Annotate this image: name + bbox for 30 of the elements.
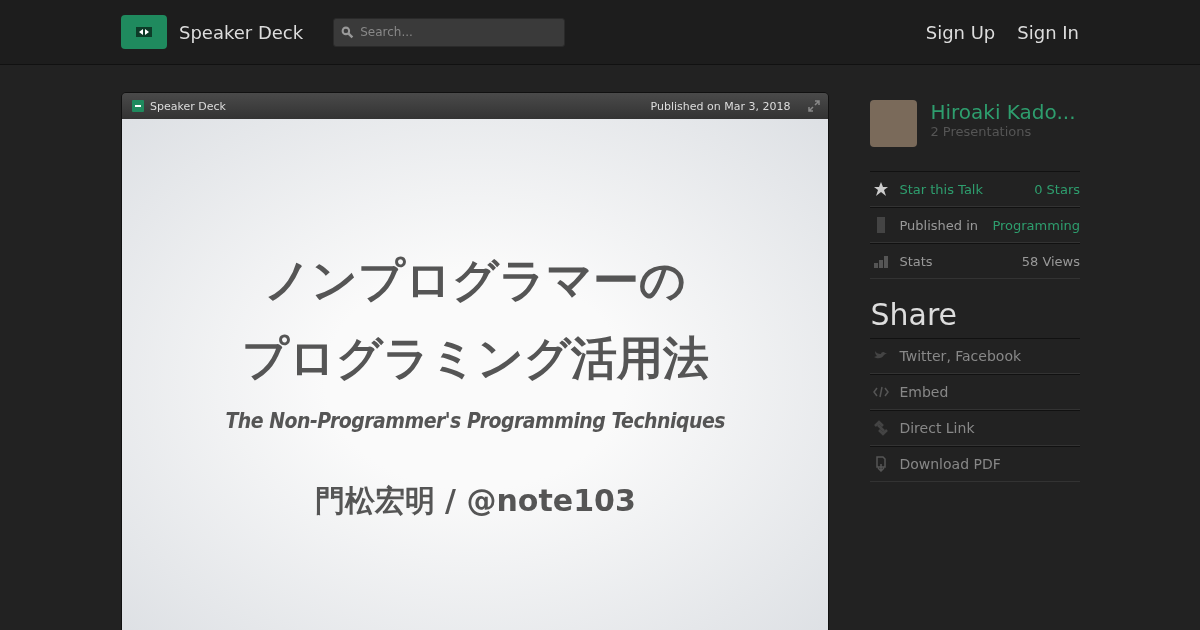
slide-title: プログラミング活用法: [241, 330, 709, 387]
search-field[interactable]: Search...: [333, 17, 566, 47]
search-icon: [341, 25, 355, 39]
share-link[interactable]: Download PDF: [899, 456, 1001, 472]
bar-chart-icon: [873, 253, 890, 269]
expand-icon[interactable]: [808, 100, 821, 112]
brand-link[interactable]: Speaker Deck: [179, 21, 304, 43]
nav-link[interactable]: Sign In: [1017, 21, 1079, 43]
detail-value: 58 Views: [1021, 253, 1080, 269]
category-link[interactable]: Programming: [992, 217, 1080, 233]
logo-icon: [132, 100, 144, 112]
star-link[interactable]: Star this Talk: [899, 181, 1025, 197]
logo-icon[interactable]: [121, 15, 167, 49]
share-link[interactable]: Twitter, Facebook: [899, 348, 1022, 364]
nav-link[interactable]: Sign Up: [925, 21, 996, 43]
slide-subtitle: The Non-Programmer's Programming Techniques: [225, 409, 726, 433]
detail-label: Stats: [899, 253, 934, 269]
avatar-photo-placeholder[interactable]: [870, 100, 918, 147]
author-name[interactable]: Hiroaki Kado...: [930, 100, 1076, 124]
share-link[interactable]: Embed: [899, 384, 949, 400]
share-heading: Share: [870, 297, 959, 332]
slide-author: 門松宏明 / @note103: [314, 482, 636, 520]
slide-title: ノンプログラマーの: [264, 252, 687, 309]
player-brand: Speaker Deck: [150, 99, 226, 113]
publish-date: Published on Mar 3, 2018: [650, 99, 791, 113]
detail-label: Published in: [899, 217, 980, 233]
share-link[interactable]: Direct Link: [899, 420, 975, 436]
star-icon: [873, 181, 890, 197]
detail-value: 0 Stars: [1034, 181, 1080, 197]
code-icon: [873, 384, 890, 400]
